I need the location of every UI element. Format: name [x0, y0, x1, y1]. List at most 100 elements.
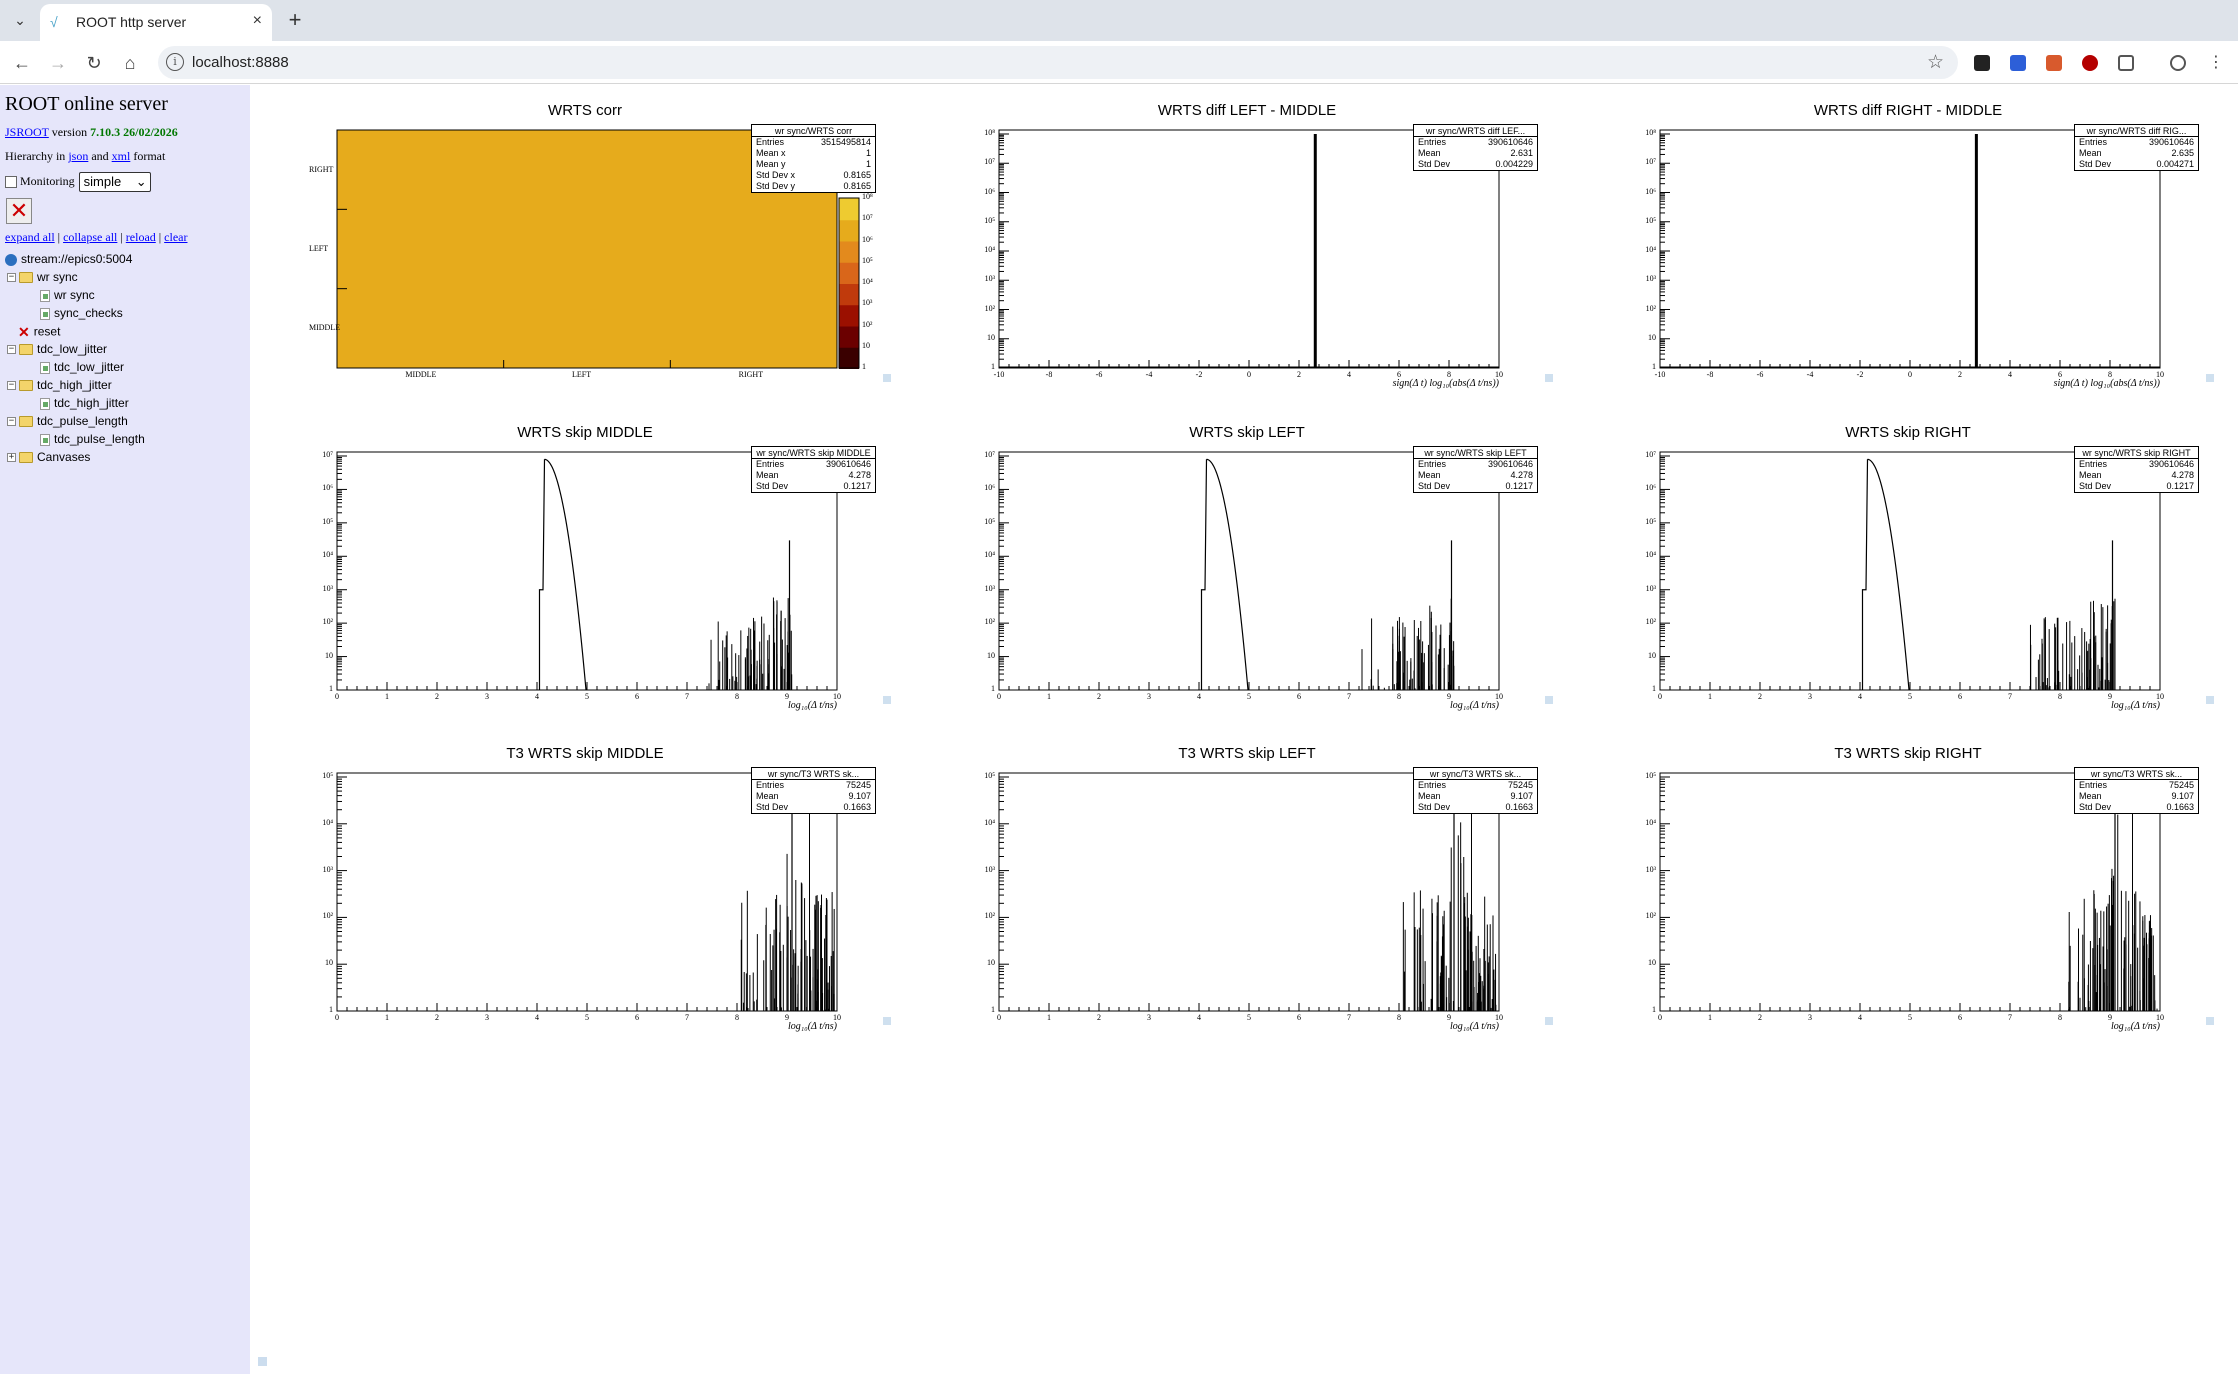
pad-resize-handle[interactable]	[1545, 1017, 1553, 1025]
sidebar-resize-handle[interactable]	[258, 1357, 267, 1366]
tree-item[interactable]: stream://epics0:5004	[5, 252, 132, 266]
stats-title: wr sync/WRTS diff RIG...	[2075, 125, 2198, 137]
stats-box[interactable]: wr sync/WRTS corr Entries 3515495814 Mean x…	[751, 124, 876, 193]
shield-extension-icon[interactable]	[2082, 55, 2098, 71]
pad-resize-handle[interactable]	[883, 1017, 891, 1025]
x-tick-label: 8	[735, 692, 739, 701]
tree-item[interactable]: tdc_pulse_length	[40, 432, 145, 446]
browser-tab[interactable]: √ ROOT http server ×	[40, 4, 272, 41]
stats-row: Mean 9.107	[752, 791, 875, 802]
histogram-file-icon	[40, 289, 50, 302]
pad-resize-handle[interactable]	[883, 374, 891, 382]
stats-value: 390610646	[2148, 137, 2194, 147]
collapse-toggle-icon[interactable]: −	[7, 417, 16, 427]
json-link[interactable]: json	[68, 149, 88, 163]
stats-value: 3515495814	[820, 137, 871, 147]
stats-row: Std Dev y 0.8165	[752, 181, 875, 192]
collapse-toggle-icon[interactable]: −	[7, 345, 16, 355]
stats-box[interactable]: wr sync/T3 WRTS sk... Entries 75245 Mean 9.1…	[1413, 767, 1538, 814]
y-tick-label: 10⁵	[1645, 215, 1656, 225]
stats-value: 0.004229	[1495, 159, 1533, 169]
stats-box[interactable]: wr sync/T3 WRTS sk... Entries 75245 Mean 9.1…	[751, 767, 876, 814]
stats-box[interactable]: wr sync/T3 WRTS sk... Entries 75245 Mean 9.1…	[2074, 767, 2199, 814]
extension-icon[interactable]	[1974, 55, 1990, 71]
folder-icon	[19, 272, 33, 284]
x-tick-label: -6	[1756, 370, 1764, 379]
histogram-panel[interactable]: WRTS skip RIGHT 1 10 10² 10³ 10⁴ 10⁵ 10⁶ 10⁷ 0 1 2 3…	[1588, 418, 2228, 728]
stats-box[interactable]: wr sync/WRTS skip LEFT Entries 390610646 Me…	[1413, 446, 1538, 493]
reload-link[interactable]: reload	[126, 230, 156, 244]
extension-icon[interactable]	[2046, 55, 2062, 71]
expand-all-link[interactable]: expand all	[5, 230, 55, 244]
jsroot-link[interactable]: JSROOT	[5, 125, 49, 139]
tree-item[interactable]: tdc_low_jitter	[40, 360, 124, 374]
histogram-panel[interactable]: WRTS diff LEFT - MIDDLE 1 10 10² 10³ 10⁴ 10⁵ 10…	[927, 96, 1567, 406]
histogram-panel[interactable]: WRTS corr MIDDLE LEFT RIGHT MIDDLE LEFT RIGHT 1…	[265, 96, 905, 406]
tree-item[interactable]: ✕ reset	[18, 324, 60, 341]
monitoring-checkbox[interactable]	[5, 176, 17, 188]
address-bar[interactable]: i localhost:8888 ☆	[158, 46, 1958, 79]
histogram-panel[interactable]: T3 WRTS skip LEFT 1 10 10² 10³ 10⁴ 10⁵ 0 1 2 3 4 5 6 7…	[927, 739, 1567, 1049]
tree-item[interactable]: − tdc_pulse_length	[7, 414, 128, 428]
stats-box[interactable]: wr sync/WRTS diff RIG... Entries 390610646…	[2074, 124, 2199, 171]
back-icon[interactable]: ←	[8, 49, 36, 77]
stats-value: 0.1217	[843, 481, 871, 491]
layout-select[interactable]: simple ⌄	[78, 172, 151, 192]
tree-item[interactable]: tdc_high_jitter	[40, 396, 129, 410]
x-tick-label: 8	[1397, 692, 1401, 701]
histogram-panel[interactable]: WRTS diff RIGHT - MIDDLE 1 10 10² 10³ 10⁴ 10⁵ 1…	[1588, 96, 2228, 406]
stats-box[interactable]: wr sync/WRTS skip RIGHT Entries 390610646 M…	[2074, 446, 2199, 493]
forward-icon[interactable]: →	[44, 49, 72, 77]
stats-value: 390610646	[2148, 459, 2194, 469]
browser-menu-icon[interactable]: ⋮	[2202, 49, 2230, 77]
tree-item[interactable]: − tdc_low_jitter	[7, 342, 107, 356]
tree-item[interactable]: + Canvases	[7, 450, 90, 464]
x-tick-label: 6	[1958, 692, 1962, 701]
collapse-all-link[interactable]: collapse all	[63, 230, 117, 244]
home-icon[interactable]: ⌂	[116, 49, 144, 77]
and-word: and	[91, 149, 109, 163]
y-tick-label: 10	[325, 958, 333, 968]
plot-title: WRTS corr	[548, 102, 622, 119]
histogram-panel[interactable]: WRTS skip LEFT 1 10 10² 10³ 10⁴ 10⁵ 10⁶ 10⁷ 0 1 2 3 4…	[927, 418, 1567, 728]
tab-close-icon[interactable]: ×	[253, 12, 262, 30]
tree-item[interactable]: wr sync	[40, 288, 95, 302]
histogram-panel[interactable]: T3 WRTS skip MIDDLE 1 10 10² 10³ 10⁴ 10⁵ 0 1 2 3 4 5…	[265, 739, 905, 1049]
stats-row: Entries 75245	[2075, 780, 2198, 791]
stats-box[interactable]: wr sync/WRTS diff LEF... Entries 390610646…	[1413, 124, 1538, 171]
new-tab-icon[interactable]: +	[282, 7, 308, 33]
stats-row: Std Dev 0.1663	[752, 802, 875, 813]
pad-resize-handle[interactable]	[2206, 374, 2214, 382]
bookmark-star-icon[interactable]: ☆	[1927, 51, 1944, 74]
tree-item[interactable]: − tdc_high_jitter	[7, 378, 112, 392]
xml-link[interactable]: xml	[112, 149, 131, 163]
expand-toggle-icon[interactable]: +	[7, 453, 16, 463]
tree-item[interactable]: − wr sync	[7, 270, 78, 284]
pad-resize-handle[interactable]	[2206, 1017, 2214, 1025]
clear-link[interactable]: clear	[164, 230, 187, 244]
clear-drawing-button[interactable]: ✕	[6, 198, 32, 224]
y-tick-label: 10⁴	[322, 550, 333, 560]
tree-item[interactable]: sync_checks	[40, 306, 123, 320]
extension-icon[interactable]	[2010, 55, 2026, 71]
collapse-toggle-icon[interactable]: −	[7, 273, 16, 283]
histogram-panel[interactable]: WRTS skip MIDDLE 1 10 10² 10³ 10⁴ 10⁵ 10⁶ 10⁷ 0 1 2…	[265, 418, 905, 728]
pad-resize-handle[interactable]	[1545, 696, 1553, 704]
stats-box[interactable]: wr sync/WRTS skip MIDDLE Entries 390610646…	[751, 446, 876, 493]
tree-item-label: stream://epics0:5004	[21, 252, 133, 266]
reload-icon[interactable]: ↻	[80, 49, 108, 77]
y-tick-label: 10⁷	[1645, 450, 1656, 459]
tab-search-dropdown-icon[interactable]: ⌄	[8, 8, 32, 32]
extensions-puzzle-icon[interactable]	[2118, 55, 2134, 71]
hierarchy-prefix: Hierarchy in	[5, 149, 66, 163]
pad-resize-handle[interactable]	[883, 696, 891, 704]
pad-resize-handle[interactable]	[2206, 696, 2214, 704]
x-axis-label: sign(Δ t) log₁₀(abs(Δ t/ns))	[2053, 378, 2160, 389]
profile-avatar-icon[interactable]	[2170, 55, 2186, 71]
stats-title: wr sync/WRTS skip RIGHT	[2075, 447, 2198, 459]
pad-resize-handle[interactable]	[1545, 374, 1553, 382]
site-info-icon[interactable]: i	[166, 53, 184, 71]
x-tick-label: -4	[1806, 370, 1814, 379]
histogram-panel[interactable]: T3 WRTS skip RIGHT 1 10 10² 10³ 10⁴ 10⁵ 0 1 2 3 4 5 6…	[1588, 739, 2228, 1049]
collapse-toggle-icon[interactable]: −	[7, 381, 16, 391]
